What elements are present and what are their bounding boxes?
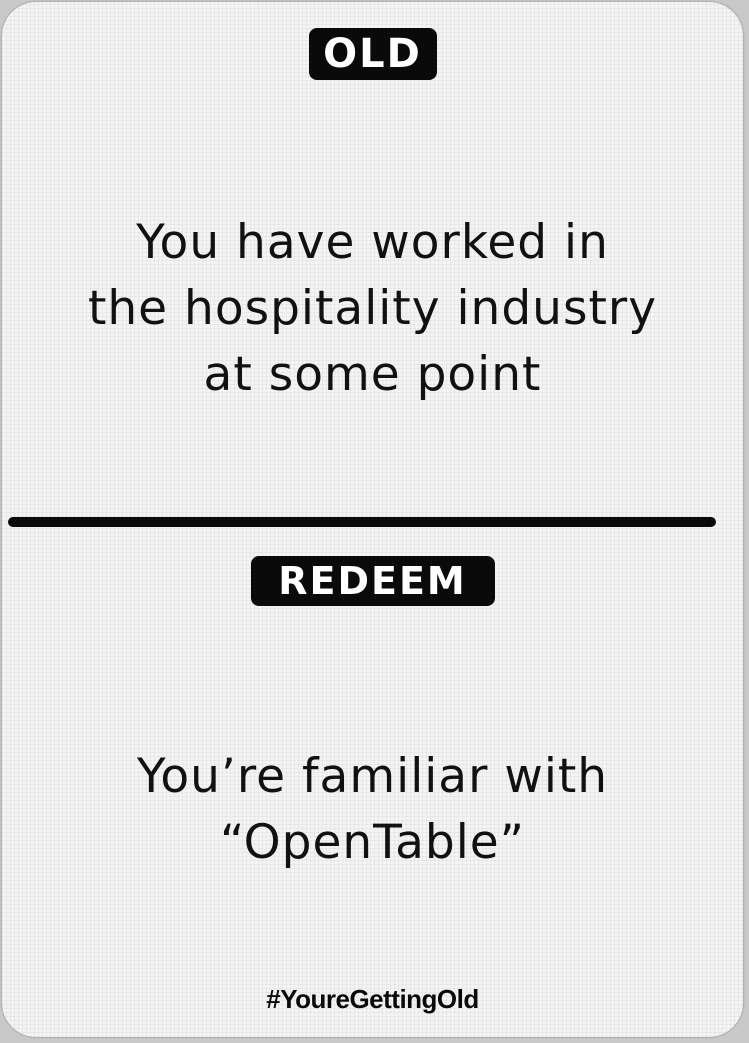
redeem-statement-line: “OpenTable”	[219, 815, 526, 870]
redeem-statement: You’re familiar with “OpenTable”	[22, 744, 723, 876]
section-divider	[8, 517, 716, 527]
redeem-label-badge: REDEEM	[250, 556, 495, 606]
game-card: OLD You have worked in the hospitality i…	[2, 2, 743, 1037]
redeem-statement-line: You’re familiar with	[136, 749, 609, 804]
old-statement-line: the hospitality industry	[87, 281, 658, 336]
old-statement: You have worked in the hospitality indus…	[22, 210, 723, 408]
old-label-badge: OLD	[308, 28, 437, 80]
old-statement-line: You have worked in	[136, 215, 609, 270]
old-statement-line: at some point	[203, 347, 542, 402]
hashtag-footer: #YoureGettingOld	[266, 984, 479, 1014]
